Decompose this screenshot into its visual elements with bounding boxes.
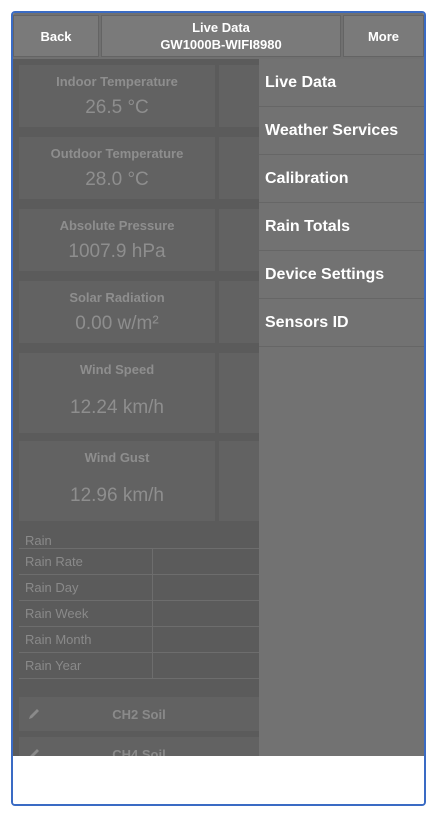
tile-outdoor-temperature: Outdoor Temperature 28.0 °C	[19, 137, 215, 199]
tile-side-strip	[219, 441, 259, 521]
tile-value: 1007.9 hPa	[68, 241, 166, 262]
tile-side-strip	[219, 65, 259, 127]
tile-value: 12.24 km/h	[70, 397, 164, 418]
more-label: More	[367, 28, 400, 44]
tile-value: 28.0 °C	[85, 169, 149, 190]
tile-indoor-temperature: Indoor Temperature 26.5 °C	[19, 65, 215, 127]
rain-row-label: Rain Month	[19, 627, 153, 652]
menu-item-label: Weather Services	[265, 121, 399, 139]
back-label: Back	[40, 28, 72, 44]
menu-item-calibration[interactable]: Calibration	[259, 155, 424, 203]
pencil-icon[interactable]	[19, 707, 49, 721]
table-row: Rain Year	[19, 653, 259, 679]
tile-solar-radiation: Solar Radiation 0.00 w/m²	[19, 281, 215, 343]
menu-item-device-settings[interactable]: Device Settings	[259, 251, 424, 299]
top-bar: Back Live Data GW1000B-WIFI8980 More	[13, 13, 424, 59]
menu-item-live-data[interactable]: Live Data	[259, 59, 424, 107]
soil-label: CH2 Soil	[112, 706, 166, 722]
tile-label: Indoor Temperature	[56, 74, 178, 89]
tile-wind-gust: Wind Gust 12.96 km/h	[19, 441, 215, 521]
tile-side-strip	[219, 209, 259, 271]
rain-table: Rain Rain Rate Rain Day Rain Week Rain M…	[19, 527, 259, 679]
menu-item-weather-services[interactable]: Weather Services	[259, 107, 424, 155]
menu-item-sensors-id[interactable]: Sensors ID	[259, 299, 424, 347]
menu-item-label: Rain Totals	[265, 217, 351, 235]
title-block: Live Data GW1000B-WIFI8980	[101, 15, 341, 57]
soil-label: CH4 Soil	[112, 746, 166, 757]
tile-label: Solar Radiation	[69, 290, 165, 305]
page-title: Live Data	[192, 20, 250, 35]
tile-value: 0.00 w/m²	[75, 313, 159, 334]
tile-value: 26.5 °C	[85, 97, 149, 118]
tile-side-strip	[219, 137, 259, 199]
table-row: Rain Week	[19, 601, 259, 627]
bottom-blank-area	[13, 756, 424, 804]
soil-row-ch4[interactable]: CH4 Soil	[19, 737, 259, 756]
menu-item-label: Sensors ID	[265, 313, 349, 331]
pencil-icon[interactable]	[19, 747, 49, 756]
tile-value: 12.96 km/h	[70, 485, 164, 506]
more-button[interactable]: More	[343, 15, 424, 57]
live-data-panel: Indoor Temperature 26.5 °C Outdoor Tempe…	[13, 59, 259, 756]
soil-row-ch2[interactable]: CH2 Soil	[19, 697, 259, 731]
tile-label: Wind Speed	[79, 362, 155, 377]
menu-item-label: Live Data	[265, 73, 337, 91]
back-button[interactable]: Back	[13, 15, 99, 57]
menu-item-label: Calibration	[265, 169, 349, 187]
tile-label: Outdoor Temperature	[50, 146, 184, 161]
menu-item-rain-totals[interactable]: Rain Totals	[259, 203, 424, 251]
rain-row-label: Rain Year	[19, 653, 153, 678]
tile-label: Wind Gust	[84, 450, 150, 465]
table-row: Rain Day	[19, 575, 259, 601]
side-menu: Live Data Weather Services Calibration R…	[259, 59, 424, 756]
phone-frame: Back Live Data GW1000B-WIFI8980 More Ind…	[11, 11, 426, 806]
tile-absolute-pressure: Absolute Pressure 1007.9 hPa	[19, 209, 215, 271]
tile-label: Absolute Pressure	[59, 218, 175, 233]
tile-wind-speed: Wind Speed 12.24 km/h	[19, 353, 215, 433]
tile-side-strip	[219, 353, 259, 433]
rain-row-label: Rain Rate	[19, 549, 153, 574]
device-name: GW1000B-WIFI8980	[160, 37, 282, 52]
rain-header: Rain	[19, 527, 259, 549]
table-row: Rain Rate	[19, 549, 259, 575]
table-row: Rain Month	[19, 627, 259, 653]
menu-item-label: Device Settings	[265, 265, 385, 283]
rain-row-label: Rain Day	[19, 575, 153, 600]
tile-side-strip	[219, 281, 259, 343]
rain-row-label: Rain Week	[19, 601, 153, 626]
